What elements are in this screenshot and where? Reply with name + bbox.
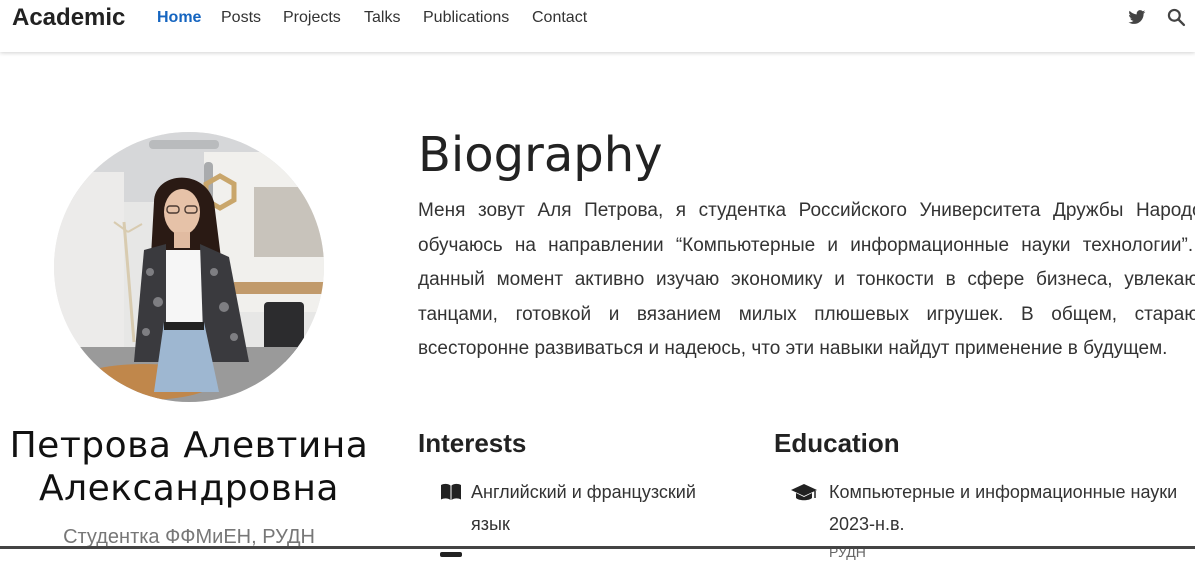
biography-text: Меня зовут Аля Петрова, я студентка Росс… bbox=[418, 200, 1195, 359]
book-icon bbox=[440, 483, 462, 506]
nav-link-posts[interactable]: Posts bbox=[221, 8, 261, 28]
interest-item: Английский и французский язык bbox=[471, 482, 696, 534]
twitter-icon[interactable] bbox=[1127, 7, 1147, 27]
site-brand[interactable]: Academic bbox=[12, 4, 125, 32]
education-course: Компьютерные и информационные науки bbox=[829, 482, 1178, 502]
graduation-cap-icon bbox=[790, 483, 818, 508]
profile-avatar bbox=[54, 132, 324, 402]
nav-link-projects[interactable]: Projects bbox=[283, 8, 341, 28]
education-institution: РУДН bbox=[829, 544, 866, 560]
top-navbar: Academic Home Posts Projects Talks Publi… bbox=[0, 0, 1195, 52]
nav-link-home[interactable]: Home bbox=[157, 8, 201, 28]
interests-title: Interests bbox=[418, 428, 527, 458]
profile-name: Петрова Алевтина Александровна bbox=[0, 424, 378, 510]
education-title: Education bbox=[774, 428, 900, 458]
profile-name-line1: Петрова Алевтина bbox=[9, 425, 369, 466]
biography-title: Biography bbox=[418, 127, 663, 183]
nav-link-contact[interactable]: Contact bbox=[532, 8, 587, 28]
profile-name-line2: Александровна bbox=[38, 468, 339, 509]
search-icon[interactable] bbox=[1166, 7, 1186, 27]
nav-link-talks[interactable]: Talks bbox=[364, 8, 400, 28]
nav-link-publications[interactable]: Publications bbox=[423, 8, 509, 28]
